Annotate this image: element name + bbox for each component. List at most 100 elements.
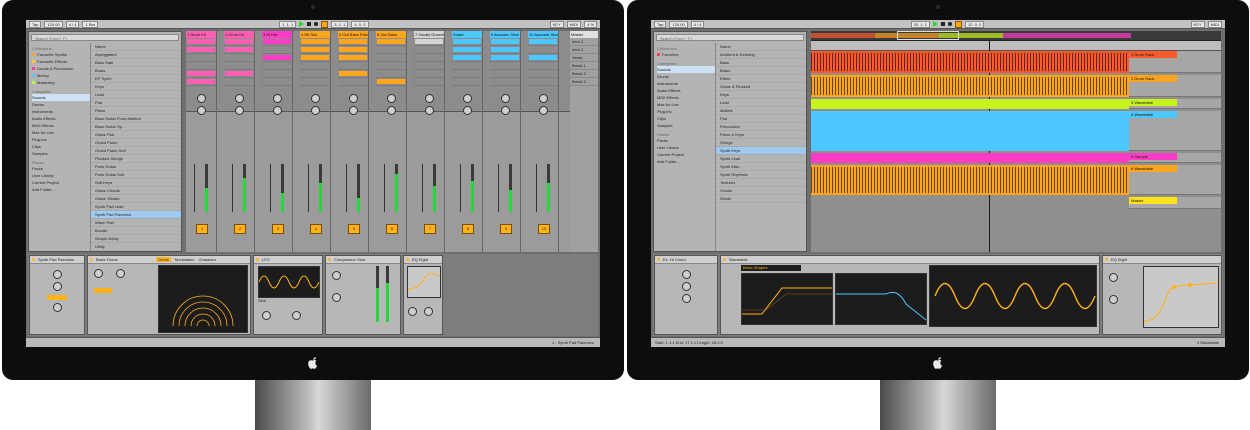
browser-list-item[interactable]: Synth Keys xyxy=(716,147,806,155)
send-b-knob[interactable] xyxy=(500,106,510,115)
clip-slot[interactable] xyxy=(414,62,444,70)
macro-knob[interactable] xyxy=(52,282,62,291)
volume-fader[interactable] xyxy=(536,164,537,212)
track-title[interactable]: 4 Hit Sus xyxy=(300,31,330,38)
loop-switch-icon[interactable] xyxy=(955,20,963,28)
track-activator-button[interactable]: 6 xyxy=(386,224,398,234)
browser-search-input[interactable]: Search (Cmd + F) xyxy=(31,34,179,41)
rack-device-ex-hi-chord[interactable]: Ex. Hi Chord xyxy=(654,255,718,335)
arrangement-clip-lane[interactable] xyxy=(811,75,1136,97)
clip[interactable] xyxy=(491,47,519,52)
clip-slot[interactable] xyxy=(186,46,216,54)
category-item[interactable]: Clips xyxy=(32,143,90,150)
browser-list-item[interactable]: Synth Pad Lead xyxy=(91,203,181,211)
category-item[interactable]: MIDI Effects xyxy=(32,122,90,129)
category-item[interactable]: Plug-ins xyxy=(657,108,715,115)
tempo-field[interactable]: 120.00 xyxy=(44,20,63,28)
stop-icon[interactable] xyxy=(307,22,312,26)
arrangement-clip-lane[interactable] xyxy=(811,153,1136,163)
track-title[interactable]: 2 Drum Rack xyxy=(1129,75,1177,82)
tap-tempo-button[interactable]: Tap xyxy=(654,20,667,28)
clip[interactable] xyxy=(339,55,367,60)
scene-launch-button[interactable]: Break 1 xyxy=(570,62,598,70)
clip-slot[interactable] xyxy=(490,78,520,86)
browser-list-item[interactable]: Brass xyxy=(91,67,181,75)
record-icon[interactable] xyxy=(948,22,953,26)
browser-list-item[interactable]: Soft Keys xyxy=(91,179,181,187)
clip-slot[interactable] xyxy=(452,62,482,70)
clip[interactable] xyxy=(339,71,367,76)
clip-slot[interactable] xyxy=(262,78,292,86)
clip-slot[interactable] xyxy=(338,54,368,62)
browser-list-item[interactable]: Textures xyxy=(716,179,806,187)
browser-list-item[interactable]: Utility xyxy=(91,243,181,251)
device-eq-eight[interactable]: EQ Eight xyxy=(403,255,443,335)
clip-slot[interactable] xyxy=(376,62,406,70)
play-icon[interactable] xyxy=(933,21,939,27)
category-item[interactable]: MIDI Effects xyxy=(657,94,715,101)
device-basic-drone[interactable]: Basic Drone Drone Modulation Character xyxy=(87,255,251,335)
clip[interactable] xyxy=(225,47,253,52)
position-field[interactable]: 33. 1. 1 xyxy=(910,20,931,28)
macro-knob[interactable] xyxy=(681,282,691,291)
browser-list-item[interactable]: Grand Piano xyxy=(91,139,181,147)
clip-slot[interactable] xyxy=(224,46,254,54)
tempo-field[interactable]: 120.00 xyxy=(669,20,688,28)
signature-field[interactable]: 4 / 4 xyxy=(690,20,705,28)
clip-slot[interactable] xyxy=(376,54,406,62)
session-track[interactable]: 10 Acoustic Slice 10 xyxy=(528,31,559,252)
track-activator-button[interactable]: 10 xyxy=(538,224,550,234)
send-a-knob[interactable] xyxy=(462,94,472,103)
clip-slot[interactable] xyxy=(224,54,254,62)
place-item[interactable]: Current Project xyxy=(657,151,715,158)
track-title[interactable]: 1 Drum Kit xyxy=(186,31,216,38)
beat-time-ruler[interactable] xyxy=(811,41,1221,51)
loop-start-field[interactable]: 3. 1. 1 xyxy=(331,20,349,28)
category-item[interactable]: Sounds xyxy=(32,94,90,101)
session-track[interactable]: 3 Hi Hat 3 xyxy=(262,31,293,252)
send-a-knob[interactable] xyxy=(196,94,206,103)
tap-tempo-button[interactable]: Tap xyxy=(29,20,42,28)
clip-slot[interactable] xyxy=(300,62,330,70)
clip[interactable] xyxy=(415,39,443,44)
clip-slot[interactable] xyxy=(224,78,254,86)
browser-list-item[interactable]: Plucked Strings xyxy=(91,155,181,163)
arrangement-track-header[interactable]: 4 Wavetable xyxy=(1129,111,1221,151)
send-b-knob[interactable] xyxy=(196,106,206,115)
clip-slot[interactable] xyxy=(490,54,520,62)
track-activator-button[interactable]: 8 xyxy=(462,224,474,234)
collection-item[interactable]: Favourite Synths xyxy=(32,51,90,58)
place-item[interactable]: Current Project xyxy=(32,179,90,186)
clip-slot[interactable] xyxy=(528,54,558,62)
clip-slot[interactable] xyxy=(376,46,406,54)
rate-knob[interactable] xyxy=(262,311,271,320)
depth-knob[interactable] xyxy=(292,311,301,320)
clip-slot[interactable] xyxy=(376,70,406,78)
category-item[interactable]: Audio Effects xyxy=(657,87,715,94)
clip-slot[interactable] xyxy=(338,62,368,70)
browser-list-item[interactable]: Simple Delay xyxy=(91,235,181,243)
param-knob[interactable] xyxy=(116,269,125,278)
track-title[interactable]: 10 Acoustic Slice xyxy=(528,31,558,38)
clip-slot[interactable] xyxy=(414,78,444,86)
arrangement-clip-lane[interactable] xyxy=(811,111,1136,151)
send-a-knob[interactable] xyxy=(538,94,548,103)
clip[interactable] xyxy=(339,39,367,44)
arrangement-track-header[interactable]: 5 Sample xyxy=(1129,153,1221,163)
tab-drone[interactable]: Drone xyxy=(156,257,171,262)
browser-list-item[interactable]: Guitar Vibrato xyxy=(91,195,181,203)
clip[interactable] xyxy=(187,71,215,76)
browser-list-item[interactable]: Piano & Keys xyxy=(716,131,806,139)
wavetable-category-select[interactable]: Basic Shapes xyxy=(741,265,801,271)
browser-list-item[interactable]: Punk Guitar xyxy=(91,163,181,171)
clip-slot[interactable] xyxy=(528,38,558,46)
arrangement-clip-lane[interactable] xyxy=(811,99,1136,109)
browser-list-item[interactable]: Synth Rhythmic xyxy=(716,171,806,179)
loop-length-field[interactable]: 12. 0. 0 xyxy=(965,20,985,28)
browser-list-item[interactable]: Pad xyxy=(716,115,806,123)
ratio-knob[interactable] xyxy=(332,293,341,302)
browser-list-item[interactable]: Guitar & Plucked xyxy=(716,83,806,91)
scene-launch-button[interactable]: Break 2 xyxy=(570,70,598,78)
clip-slot[interactable] xyxy=(224,62,254,70)
category-item[interactable]: Clips xyxy=(657,115,715,122)
